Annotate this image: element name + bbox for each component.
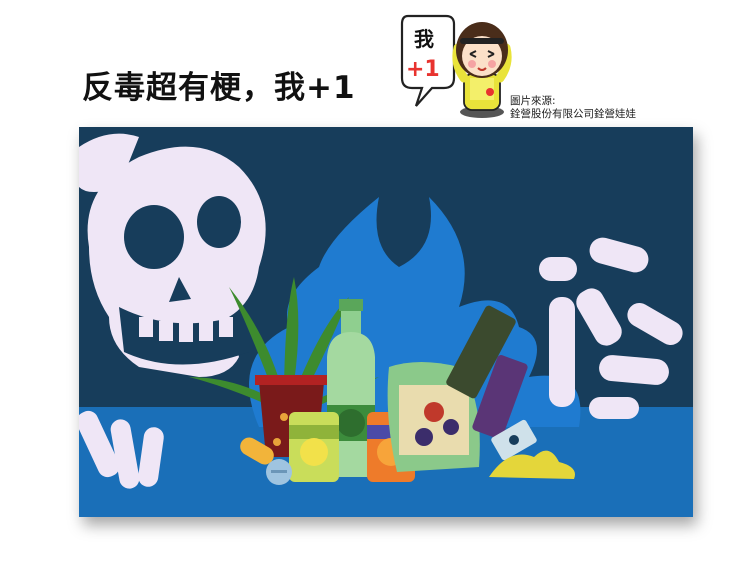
- anti-drug-illustration: [79, 127, 693, 517]
- credit-line-1: 圖片來源:: [510, 95, 556, 107]
- bubble-text-bottom: +1: [406, 57, 440, 82]
- mascot-illustration: 我 +1: [398, 8, 516, 120]
- lemon-can: [289, 412, 339, 482]
- credit-line-2: 銓營股份有限公司銓營娃娃: [510, 108, 636, 120]
- bubble-text-top: 我: [414, 27, 434, 51]
- headline-title: 反毒超有梗，我+1: [82, 70, 356, 106]
- image-credit: 圖片來源: 銓營股份有限公司銓營娃娃: [510, 95, 636, 121]
